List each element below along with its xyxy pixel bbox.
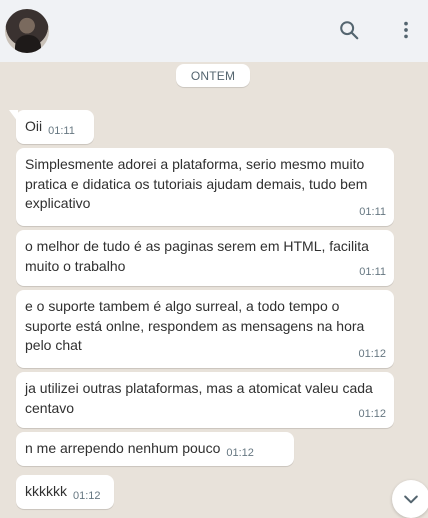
message-bubble[interactable]: ja utilizei outras plataformas, mas a at… xyxy=(16,372,394,428)
search-icon xyxy=(340,21,359,40)
message-text: Simplesmente adorei a plataforma, serio … xyxy=(25,156,368,211)
avatar[interactable] xyxy=(5,9,49,53)
message-time: 01:11 xyxy=(48,125,75,137)
scroll-to-bottom-button[interactable] xyxy=(392,480,428,518)
message-bubble[interactable]: kkkkkk 01:12 xyxy=(16,475,114,509)
message-bubble[interactable]: Simplesmente adorei a plataforma, serio … xyxy=(16,148,394,226)
message-time: 01:11 xyxy=(359,265,386,278)
message-text: e o suporte tambem é algo surreal, a tod… xyxy=(25,298,365,353)
chat-header xyxy=(0,0,428,62)
message-bubble[interactable]: o melhor de tudo é as paginas serem em H… xyxy=(16,230,394,286)
message-text: kkkkkk xyxy=(25,483,67,499)
message-time: 01:12 xyxy=(73,490,101,502)
message-text: n me arrependo nenhum pouco xyxy=(25,440,221,456)
chevron-down-icon xyxy=(404,495,418,504)
search-button[interactable] xyxy=(335,16,363,44)
message-bubble[interactable]: Oii 01:11 xyxy=(9,110,94,144)
message-text: Oii xyxy=(25,118,43,134)
menu-button[interactable] xyxy=(392,16,420,44)
message-text: ja utilizei outras plataformas, mas a at… xyxy=(25,380,373,416)
date-separator: ONTEM xyxy=(176,64,250,87)
message-bubble[interactable]: e o suporte tambem é algo surreal, a tod… xyxy=(16,290,394,368)
message-bubble[interactable]: n me arrependo nenhum pouco 01:12 xyxy=(16,432,294,466)
avatar-silhouette xyxy=(15,35,41,53)
message-time: 01:12 xyxy=(358,407,386,420)
message-text: o melhor de tudo é as paginas serem em H… xyxy=(25,238,369,274)
more-vertical-icon xyxy=(404,21,408,39)
message-time: 01:12 xyxy=(358,347,386,360)
message-time: 01:12 xyxy=(226,447,254,459)
message-time: 01:11 xyxy=(359,205,386,218)
